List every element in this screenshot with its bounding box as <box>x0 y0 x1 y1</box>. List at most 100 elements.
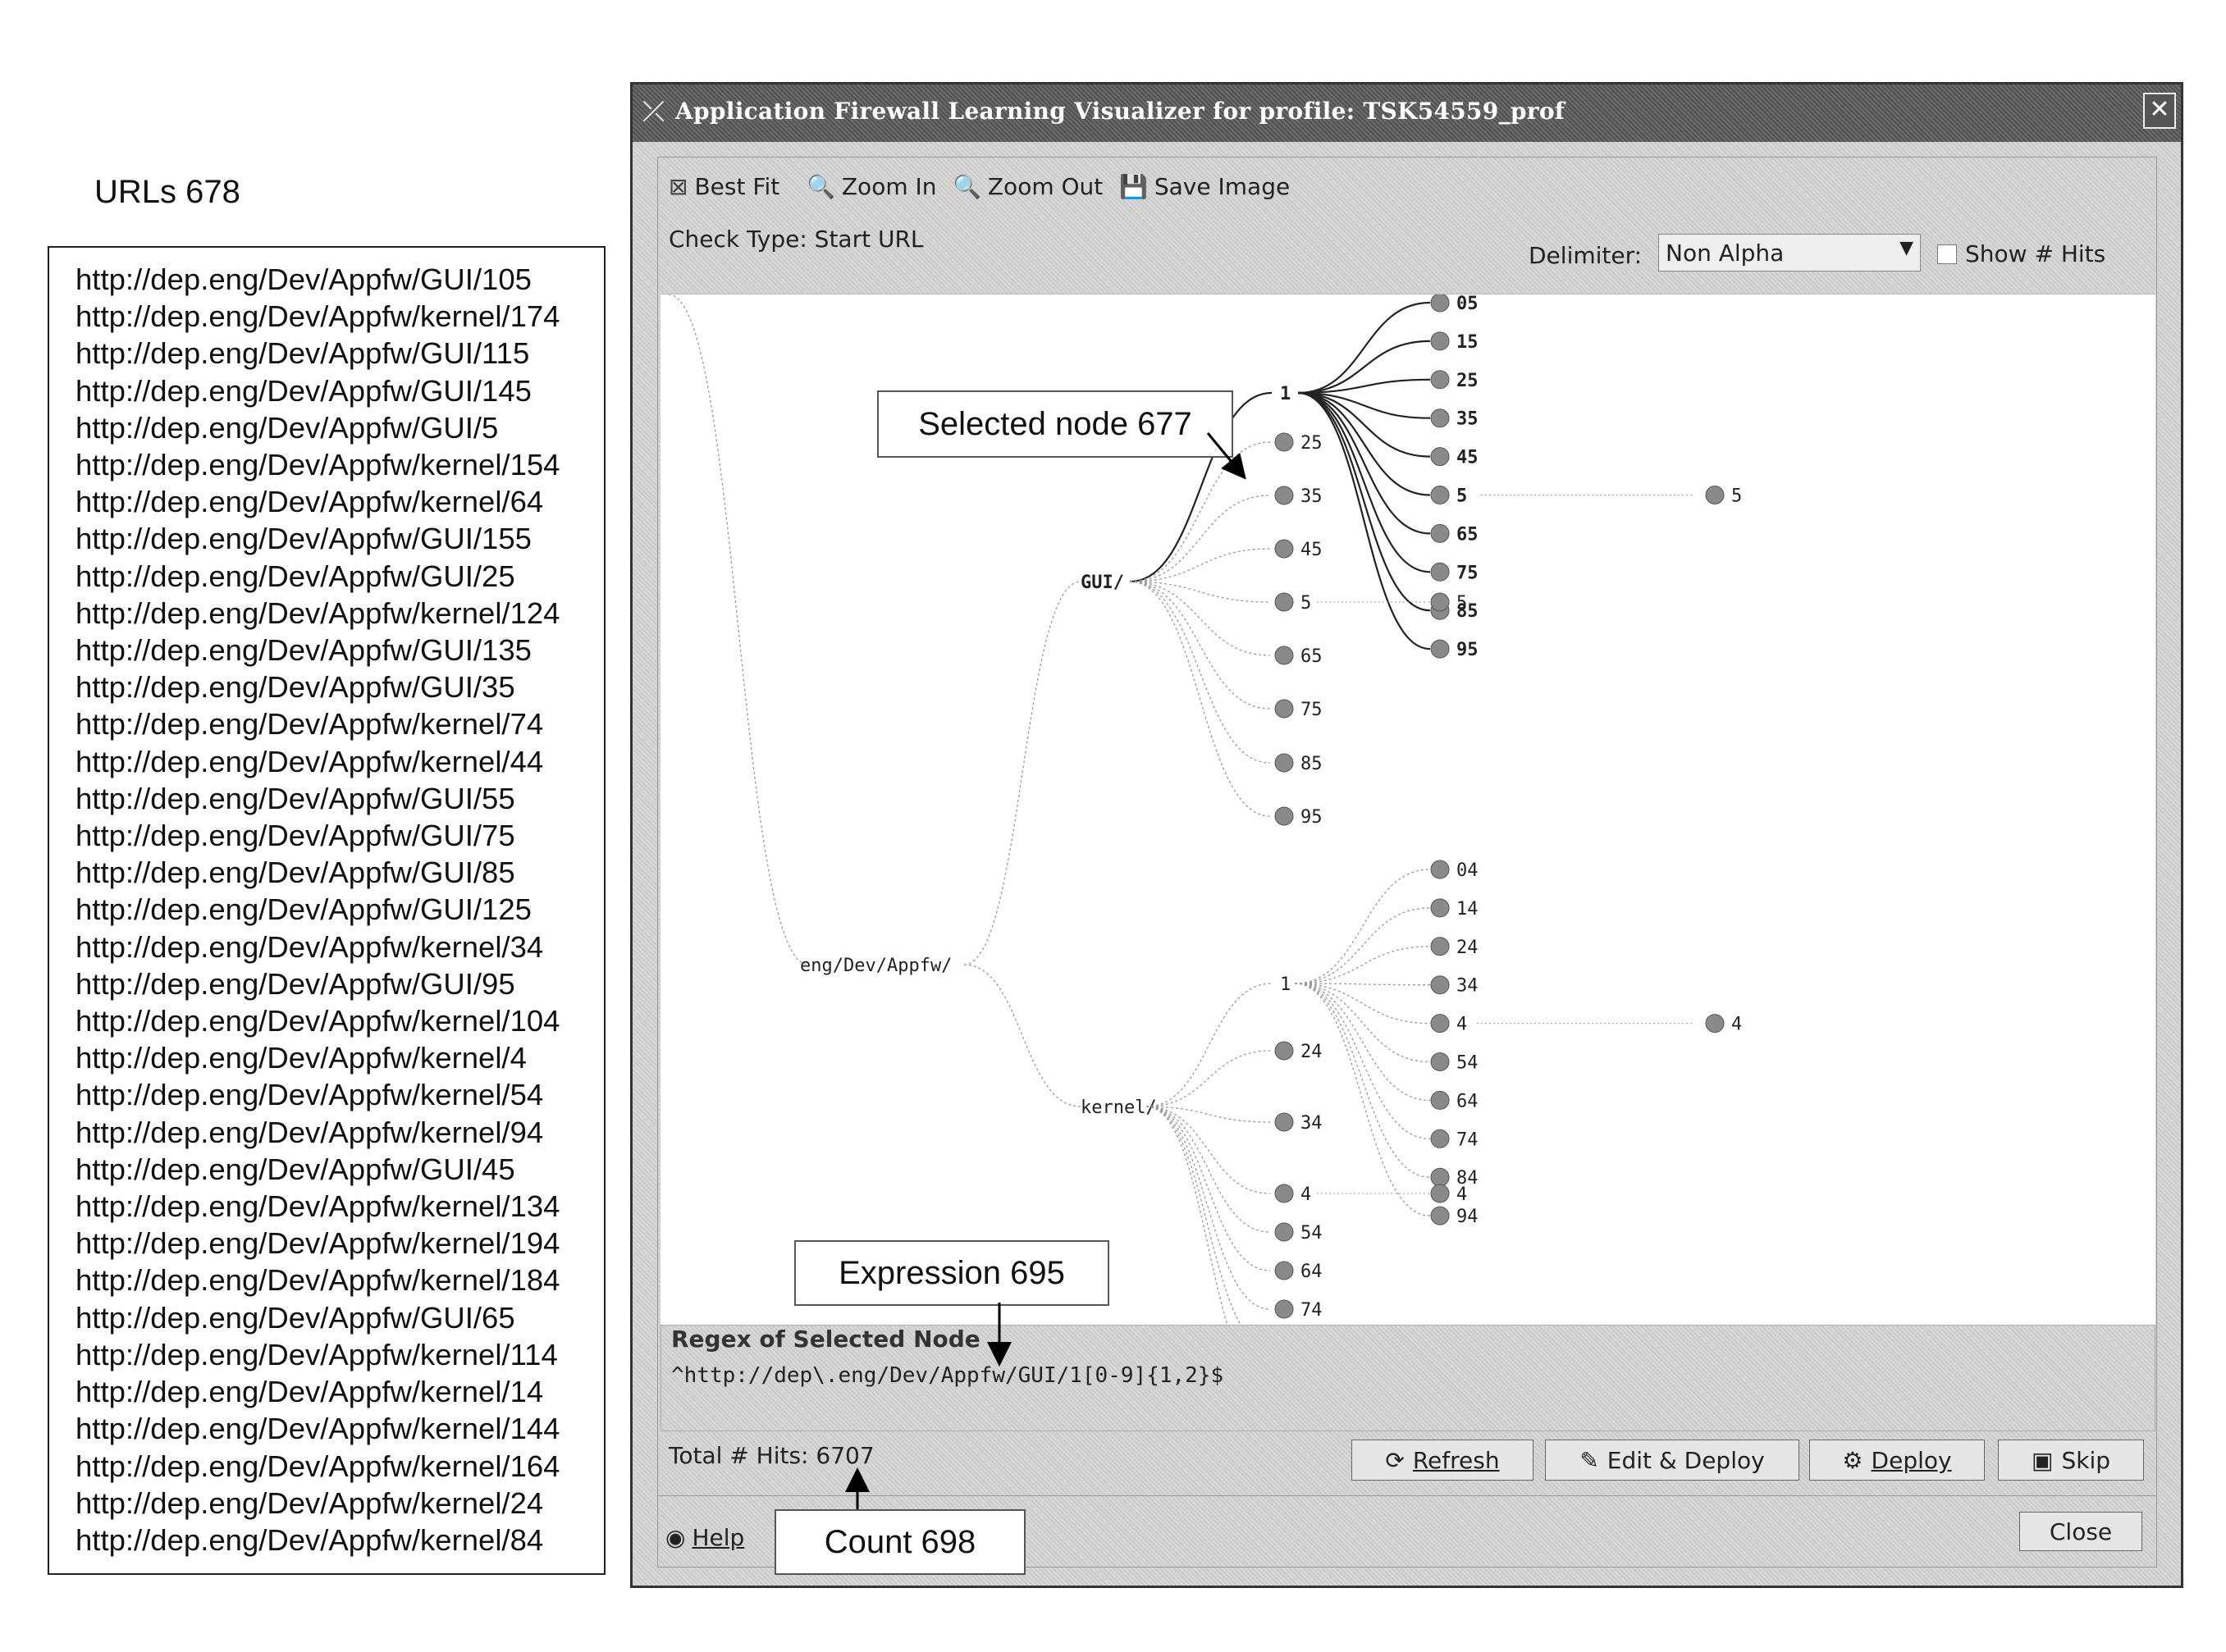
tree-node-gui-95-dot[interactable] <box>1274 806 1294 826</box>
tree-node-gui-25-label[interactable]: 25 <box>1300 433 1323 454</box>
tree-node-gui-65-dot[interactable] <box>1274 646 1294 665</box>
tree-node-kernel-1-14-dot[interactable] <box>1430 898 1450 918</box>
tree-node-kernel-1-4-4-dot[interactable] <box>1705 1014 1725 1034</box>
tree-node-kernel-74-label[interactable]: 74 <box>1300 1300 1323 1321</box>
tree-node-gui-5-label[interactable]: 5 <box>1300 593 1311 614</box>
tree-node-kernel-64-dot[interactable] <box>1274 1261 1294 1280</box>
tree-node-kernel-1-64-label[interactable]: 64 <box>1456 1091 1479 1111</box>
tree-node-gui[interactable]: GUI/ <box>1081 573 1124 593</box>
tree-node-kernel-1-94-dot[interactable] <box>1430 1206 1450 1225</box>
tree-node-gui-1-45-label[interactable]: 45 <box>1456 448 1479 468</box>
url-list-item: http://dep.eng/Dev/Appfw/kernel/174 <box>75 299 560 334</box>
tree-node-gui-45-dot[interactable] <box>1274 539 1294 559</box>
tree-node-gui-1-95-label[interactable]: 95 <box>1456 640 1479 660</box>
tree-node-gui-1-05-dot[interactable] <box>1430 294 1450 313</box>
tree-node-gui-85-dot[interactable] <box>1274 753 1294 773</box>
tree-node-kernel-1-74-dot[interactable] <box>1430 1129 1450 1148</box>
tree-node-gui-65-label[interactable]: 65 <box>1300 646 1323 667</box>
tree-node-kernel[interactable]: kernel/ <box>1081 1098 1157 1118</box>
tree-node-gui-1-15-label[interactable]: 15 <box>1456 332 1479 353</box>
tree-node-gui-1-25-dot[interactable] <box>1430 370 1450 390</box>
tree-node-kernel-1-24-label[interactable]: 24 <box>1456 938 1479 958</box>
deploy-button[interactable]: ⚙ Deploy <box>1809 1440 1985 1481</box>
tree-node-kernel-4-label[interactable]: 4 <box>1300 1184 1311 1205</box>
delimiter-select[interactable]: Non Alpha ▼ <box>1658 234 1921 272</box>
tree-node-kernel-4-dot[interactable] <box>1274 1184 1294 1203</box>
tree-node-kernel-1-84-dot[interactable] <box>1430 1167 1450 1187</box>
tree-node-kernel-1-24-dot[interactable] <box>1430 937 1450 956</box>
refresh-button[interactable]: ⟳ Refresh <box>1351 1440 1534 1481</box>
tree-node-gui-1-75-dot[interactable] <box>1430 562 1450 582</box>
tree-node-gui-1-65-label[interactable]: 65 <box>1456 524 1479 545</box>
tree-node-kernel-1-4-4-label[interactable]: 4 <box>1731 1015 1742 1035</box>
tree-node-kernel-1[interactable]: 1 <box>1280 974 1291 995</box>
url-list-item: http://dep.eng/Dev/Appfw/GUI/25 <box>75 559 515 593</box>
tree-node-kernel-4-4-dot[interactable] <box>1430 1184 1450 1203</box>
skip-button[interactable]: ▣ Skip <box>1998 1440 2144 1481</box>
tree-node-gui-45-label[interactable]: 45 <box>1300 540 1323 560</box>
tree-node-kernel-4-4-label[interactable]: 4 <box>1456 1184 1467 1205</box>
tree-node-kernel-1-34-dot[interactable] <box>1430 975 1450 995</box>
tree-node-kernel-1-4-label[interactable]: 4 <box>1456 1015 1467 1035</box>
tree-node-gui-35-dot[interactable] <box>1274 486 1294 505</box>
tree-node-kernel-24-dot[interactable] <box>1274 1041 1294 1061</box>
zoom-out-button[interactable]: 🔍 Zoom Out <box>953 173 1103 200</box>
save-image-button[interactable]: 💾 Save Image <box>1119 173 1290 200</box>
dropdown-arrow-icon: ▼ <box>1899 238 1913 258</box>
tree-node-gui-1-45-dot[interactable] <box>1430 447 1450 467</box>
tree-node-kernel-1-04-label[interactable]: 04 <box>1456 860 1479 881</box>
tree-node-kernel-1-4-dot[interactable] <box>1430 1014 1450 1034</box>
selected-node-gui-1[interactable]: 1 <box>1280 384 1291 404</box>
tree-node-gui-1-5-5-label[interactable]: 5 <box>1731 486 1742 507</box>
tree-node-gui-1-95-dot[interactable] <box>1430 639 1450 659</box>
tree-node-kernel-1-54-label[interactable]: 54 <box>1456 1053 1479 1074</box>
zoom-in-button[interactable]: 🔍 Zoom In <box>807 173 937 200</box>
tree-node-kernel-1-14-label[interactable]: 14 <box>1456 899 1479 920</box>
tree-node-gui-1-35-label[interactable]: 35 <box>1456 409 1479 430</box>
url-list-item: http://dep.eng/Dev/Appfw/GUI/35 <box>75 670 515 705</box>
tree-node-kernel-54-dot[interactable] <box>1274 1222 1294 1242</box>
tree-node-kernel-54-label[interactable]: 54 <box>1300 1223 1323 1244</box>
tree-node-kernel-1-74-label[interactable]: 74 <box>1456 1129 1479 1150</box>
tree-node-gui-95-label[interactable]: 95 <box>1300 807 1323 828</box>
tree-node-kernel-64-label[interactable]: 64 <box>1300 1262 1323 1282</box>
tree-node-gui-5-dot[interactable] <box>1274 592 1294 612</box>
tree-node-kernel-1-04-dot[interactable] <box>1430 860 1450 879</box>
tree-node-kernel-24-label[interactable]: 24 <box>1300 1042 1323 1062</box>
tree-node-gui-85-label[interactable]: 85 <box>1300 754 1323 774</box>
tree-node-gui-1-65-dot[interactable] <box>1430 523 1450 543</box>
close-button[interactable]: Close <box>2019 1512 2142 1551</box>
tree-node-gui-1-25-label[interactable]: 25 <box>1456 371 1479 391</box>
edge-selected-child <box>1297 391 1431 535</box>
tree-node-gui-1-75-label[interactable]: 75 <box>1456 563 1479 583</box>
tree-node-gui-1-5-5-dot[interactable] <box>1705 486 1725 504</box>
tree-node-kernel-34-label[interactable]: 34 <box>1300 1113 1323 1134</box>
tree-node-gui-25-dot[interactable] <box>1274 432 1294 452</box>
tree-node-gui-35-label[interactable]: 35 <box>1300 486 1323 507</box>
tree-node-gui-1-15-dot[interactable] <box>1430 331 1450 351</box>
show-hits-checkbox[interactable]: Show # Hits <box>1937 240 2105 267</box>
tree-node-gui-1-5-dot[interactable] <box>1430 486 1450 504</box>
tree-node-gui-75-dot[interactable] <box>1274 699 1294 719</box>
edit-deploy-button[interactable]: ✎ Edit & Deploy <box>1545 1440 1799 1481</box>
tree-node-gui-75-label[interactable]: 75 <box>1300 700 1323 720</box>
tree-node-kernel-34-dot[interactable] <box>1274 1112 1294 1132</box>
url-list-item: http://dep.eng/Dev/Appfw/kernel/14 <box>75 1375 544 1409</box>
tree-node-gui-1-05-label[interactable]: 05 <box>1456 294 1479 314</box>
tree-node-kernel-1-94-label[interactable]: 94 <box>1456 1207 1479 1227</box>
tree-node-kernel-1-64-dot[interactable] <box>1430 1090 1450 1110</box>
tree-node-gui-1-5-label[interactable]: 5 <box>1456 486 1467 507</box>
tree-node-kernel-74-dot[interactable] <box>1274 1299 1294 1319</box>
best-fit-button[interactable]: ⊠ Best Fit <box>669 173 779 200</box>
tree-root-node[interactable]: eng/Dev/Appfw/ <box>800 956 952 976</box>
help-button[interactable]: ◉ Help <box>665 1524 744 1551</box>
title-bar[interactable]: ⤫ Application Firewall Learning Visualiz… <box>633 84 2181 142</box>
checkbox-box[interactable] <box>1937 244 1957 264</box>
window-close-button[interactable]: ✕ <box>2143 93 2176 129</box>
tree-node-gui-5-5-dot[interactable] <box>1430 592 1450 612</box>
tree-node-kernel-1-54-dot[interactable] <box>1430 1052 1450 1071</box>
url-list-item: http://dep.eng/Dev/Appfw/kernel/24 <box>75 1485 544 1520</box>
tree-node-gui-5-5-label[interactable]: 5 <box>1456 593 1467 614</box>
tree-node-kernel-1-34-label[interactable]: 34 <box>1456 976 1479 997</box>
tree-node-gui-1-35-dot[interactable] <box>1430 408 1450 428</box>
